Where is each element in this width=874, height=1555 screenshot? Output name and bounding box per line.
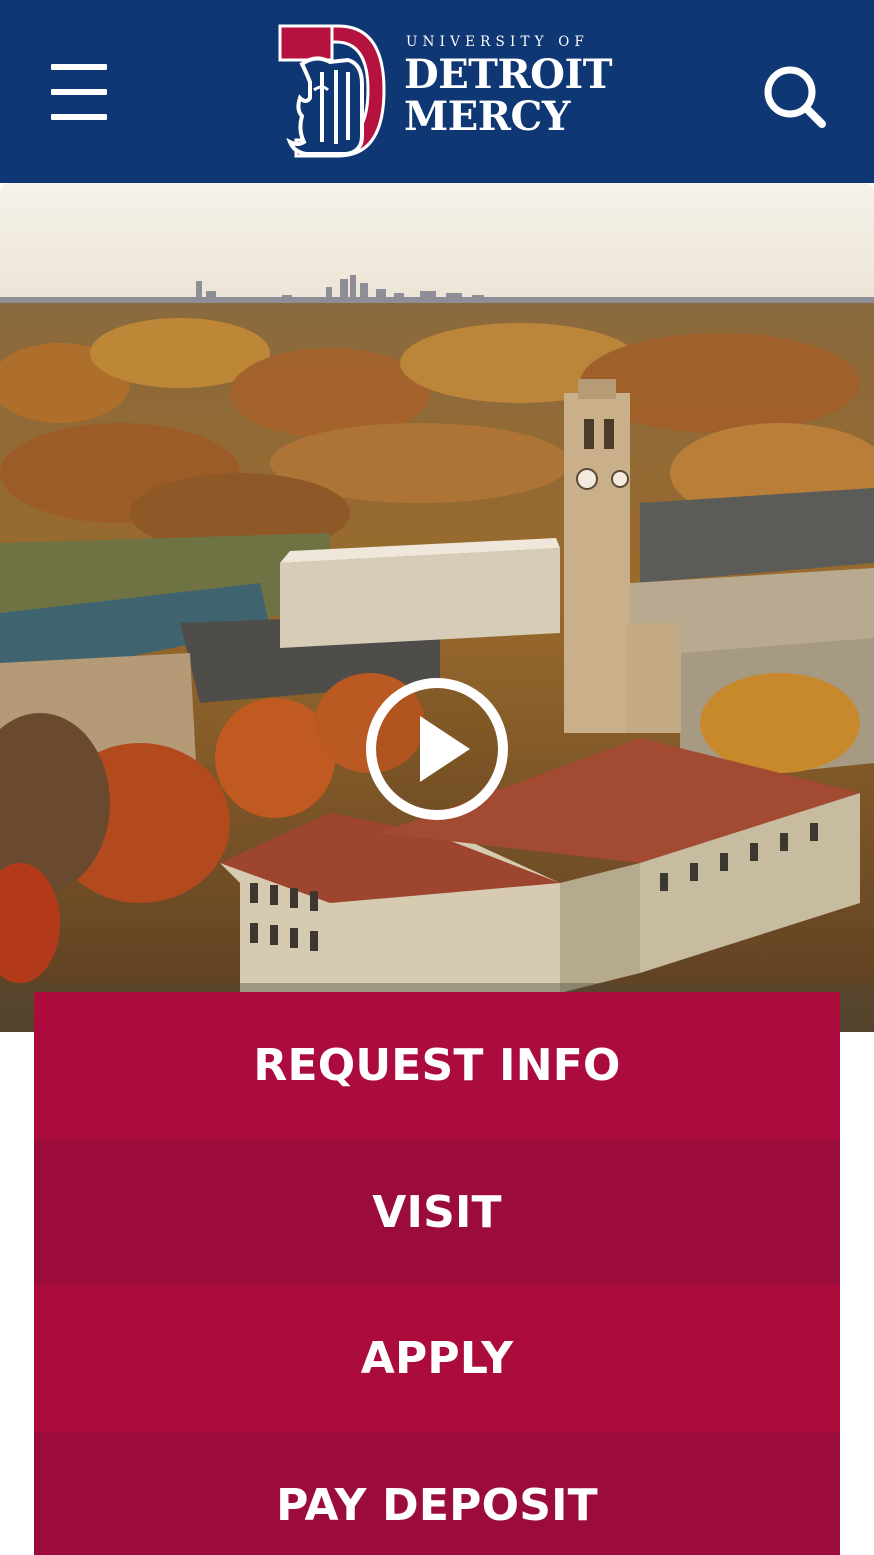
menu-bar — [51, 114, 107, 120]
site-header: UNIVERSITY OF DETROIT MERCY — [0, 0, 874, 183]
university-logo[interactable]: UNIVERSITY OF DETROIT MERCY — [276, 20, 636, 162]
pay-deposit-label: PAY DEPOSIT — [276, 1480, 598, 1531]
logo-mercy: MERCY — [404, 93, 570, 140]
search-icon[interactable] — [760, 62, 828, 130]
hero-video[interactable] — [0, 183, 874, 1032]
detroit-d-logo-icon — [278, 24, 386, 158]
menu-bar — [51, 64, 107, 70]
apply-button[interactable]: APPLY — [34, 1285, 840, 1432]
hamburger-menu-icon[interactable] — [44, 58, 114, 130]
campus-aerial-photo — [0, 183, 874, 1032]
visit-button[interactable]: VISIT — [34, 1139, 840, 1286]
logo-detroit: DETROIT — [404, 51, 613, 98]
logo-university-of: UNIVERSITY OF — [406, 34, 590, 50]
play-icon[interactable] — [364, 676, 510, 822]
menu-bar — [51, 89, 107, 95]
pay-deposit-button[interactable]: PAY DEPOSIT — [34, 1432, 840, 1555]
request-info-button[interactable]: REQUEST INFO — [34, 992, 840, 1139]
